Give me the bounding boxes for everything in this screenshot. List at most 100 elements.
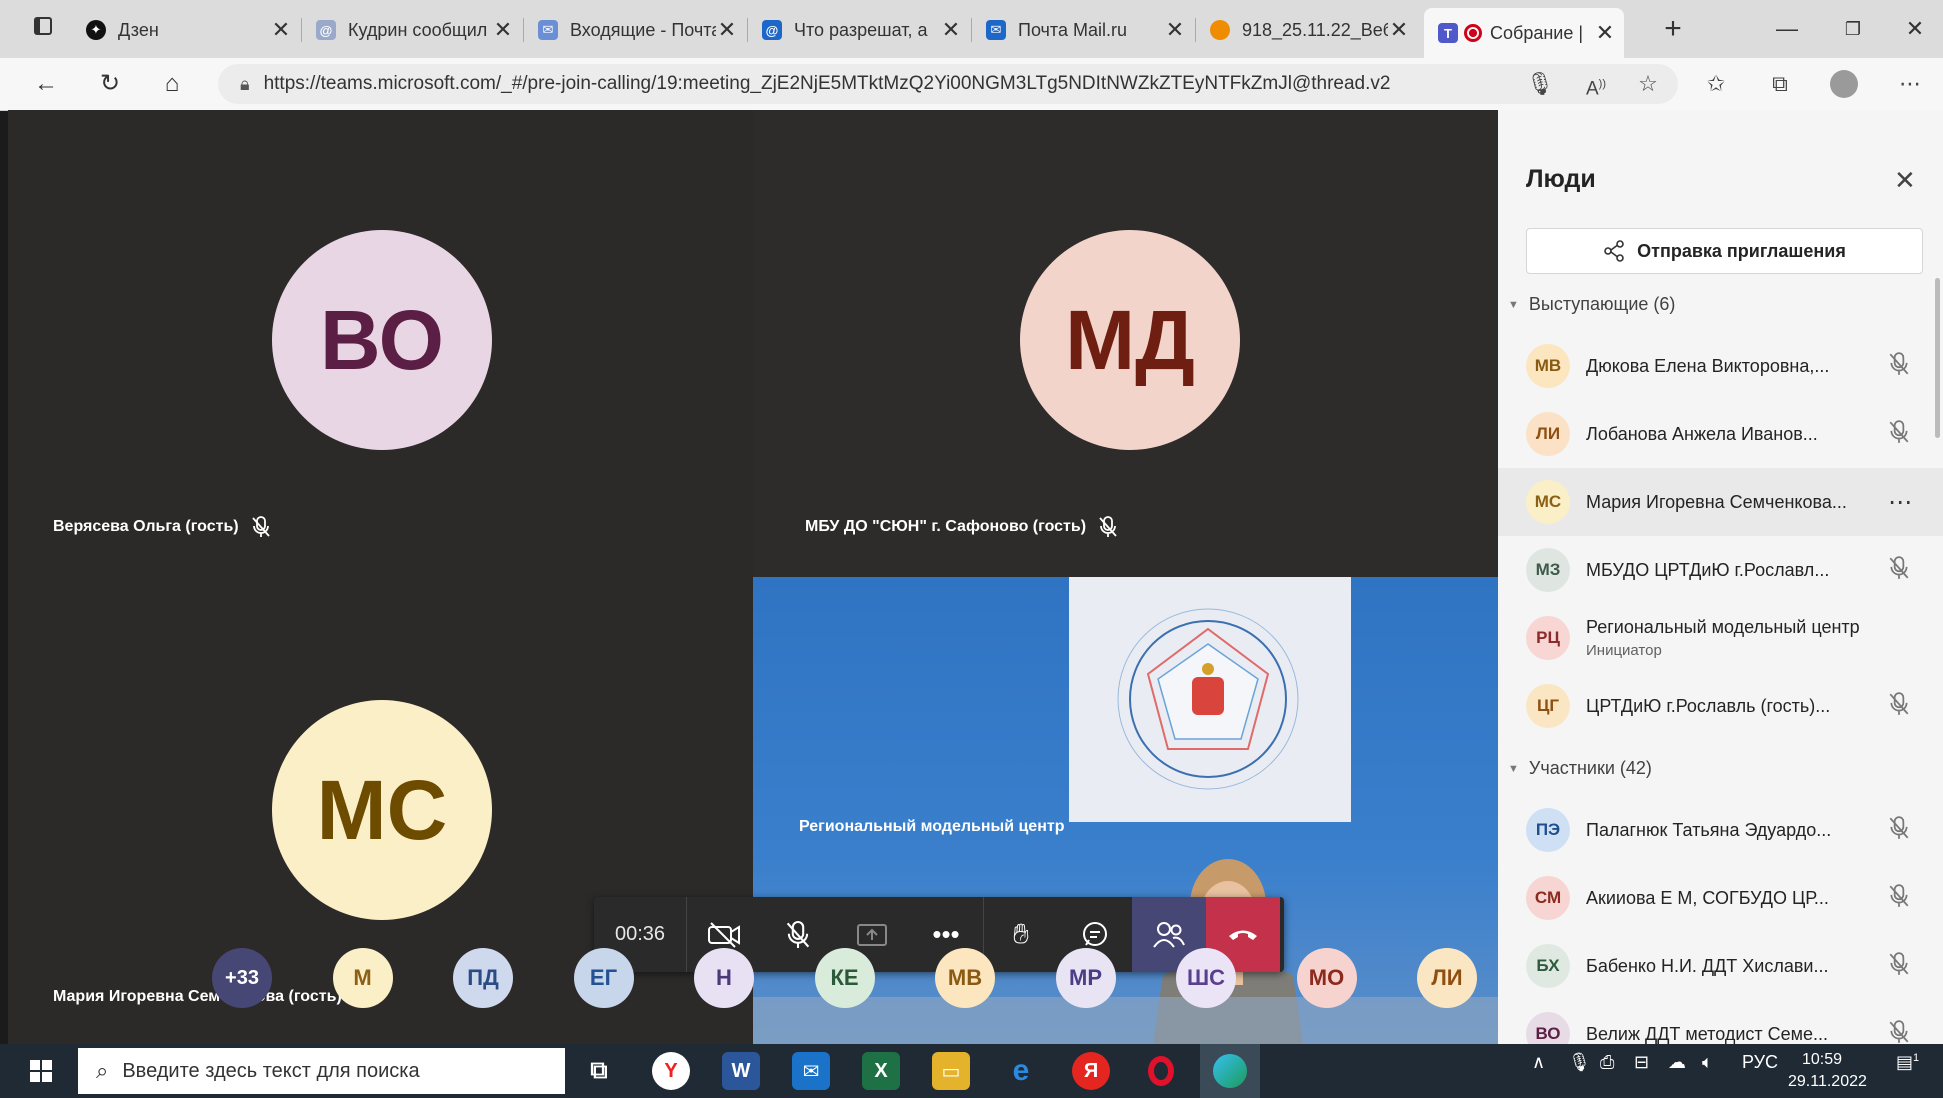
close-tab-icon[interactable]: ✕ (716, 17, 738, 43)
tab-inbox[interactable]: ✉ Входящие - Почта ✕ (524, 10, 748, 50)
tab-chto-razreshat[interactable]: @ Что разрешат, а ✕ (748, 10, 972, 50)
mic-off-icon (1888, 692, 1912, 718)
tab-mailru[interactable]: ✉ Почта Mail.ru ✕ (972, 10, 1196, 50)
yandex-browser-icon[interactable]: Y (652, 1052, 690, 1090)
device-icon: ⎙ (1600, 1052, 1615, 1072)
strip-avatar[interactable]: МО (1296, 948, 1357, 1008)
person-row[interactable]: РЦ Региональный модельный центр Инициатор (1498, 604, 1943, 672)
favorites-icon[interactable]: ✩ (1696, 66, 1736, 102)
mail-app-icon[interactable]: ✉ (792, 1052, 830, 1090)
cloud-icon: ☁︎ (1668, 1052, 1686, 1072)
network-icon[interactable]: ⊟ (1634, 1052, 1649, 1073)
person-row[interactable]: ПЭ Палагнюк Татьяна Эдуардо... (1498, 796, 1943, 864)
mailru-icon: @ (762, 20, 782, 40)
strip-avatar[interactable]: МВ (935, 948, 995, 1008)
close-tab-icon[interactable]: ✕ (940, 17, 962, 43)
tab-dzen[interactable]: ✦ Дзен ✕ (72, 10, 302, 50)
back-icon[interactable]: ← (26, 66, 66, 102)
close-icon[interactable]: ✕ (1894, 165, 1916, 196)
strip-avatar[interactable]: Н (694, 948, 754, 1008)
person-name: ЦРТДиЮ г.Рославль (гость)... (1586, 695, 1831, 716)
profile-avatar[interactable] (1824, 66, 1864, 102)
strip-avatar[interactable]: МР (1055, 948, 1116, 1008)
call-timer: 00:36 (614, 923, 666, 945)
close-window-icon[interactable]: ✕ (1890, 12, 1940, 46)
collections-icon[interactable]: ⧉ (1760, 66, 1800, 102)
home-icon[interactable]: ⌂ (152, 66, 192, 102)
clock[interactable]: 10:59 29.11.2022 (1788, 1049, 1867, 1093)
raise-hand-button[interactable]: ✋︎ (984, 897, 1058, 972)
microphone-icon[interactable]: 🎙︎ (1520, 66, 1560, 102)
task-view-icon[interactable]: ⧉ (580, 1052, 618, 1090)
dzen-icon: ✦ (86, 20, 106, 40)
close-tab-icon[interactable]: ✕ (492, 17, 514, 43)
participants-section[interactable]: ▼ Участники (42) (1508, 758, 1652, 779)
person-row[interactable]: МЗ МБУДО ЦРТДиЮ г.Рославл... (1498, 536, 1943, 604)
share-invite-button[interactable]: Отправка приглашения (1526, 228, 1923, 274)
windows-start-icon[interactable] (14, 1054, 70, 1088)
strip-avatar[interactable]: ЛИ (1417, 948, 1477, 1008)
person-row[interactable]: ЦГ ЦРТДиЮ г.Рославль (гость)... (1498, 672, 1943, 740)
person-row[interactable]: ЛИ Лобанова Анжела Иванов... (1498, 400, 1943, 468)
more-icon[interactable]: ⋯ (1890, 66, 1930, 102)
close-tab-icon[interactable]: ✕ (270, 17, 292, 43)
excel-icon[interactable]: X (862, 1052, 900, 1090)
tab-title: Что разрешат, а (794, 19, 928, 40)
section-label: Участники (42) (1528, 758, 1652, 778)
strip-avatar[interactable]: +33 (212, 948, 272, 1008)
refresh-icon[interactable]: ↻ (90, 66, 130, 102)
strip-avatar[interactable]: КЕ (814, 948, 875, 1008)
url-text[interactable]: https://teams.microsoft.com/_#/pre-join-… (264, 73, 1391, 95)
close-tab-icon[interactable]: ✕ (1164, 17, 1186, 43)
person-row[interactable]: МВ Дюкова Елена Викторовна,... (1498, 332, 1943, 400)
notifications-icon[interactable]: ▤1 (1896, 1052, 1919, 1073)
restore-icon[interactable]: ❐ (1828, 12, 1878, 46)
person-row[interactable]: БХ Бабенко Н.И. ДДТ Хислави... (1498, 932, 1943, 1000)
strip-avatar[interactable]: ПД (453, 948, 513, 1008)
mic-off-icon (1888, 352, 1912, 378)
volume-icon[interactable]: 🔈︎ (1702, 1052, 1713, 1073)
mic-off-icon (1888, 952, 1912, 978)
people-panel: Люди ✕ Отправка приглашения ▼ Выступающи… (1498, 110, 1943, 1056)
word-icon[interactable]: W (722, 1052, 760, 1090)
strip-avatar[interactable]: ШС (1176, 948, 1236, 1008)
video-tile[interactable]: ВО Верясева Ольга (гость) (8, 110, 753, 577)
language-indicator[interactable]: РУС (1742, 1052, 1778, 1073)
close-tab-icon[interactable]: ✕ (1388, 17, 1410, 43)
yandex-icon[interactable]: Я (1072, 1052, 1110, 1090)
close-tab-icon[interactable]: ✕ (1594, 20, 1616, 46)
read-aloud-icon[interactable]: A)) (1576, 66, 1616, 102)
person-row[interactable]: МС Мария Игоревна Семченкова... ⋯ (1498, 468, 1943, 536)
collapse-icon: ▼ (1508, 762, 1519, 775)
presenters-section[interactable]: ▼ Выступающие (6) (1508, 294, 1675, 315)
mic-off-icon (251, 516, 270, 537)
opera-icon[interactable] (1142, 1052, 1180, 1090)
video-tile[interactable]: МД МБУ ДО "СЮН" г. Сафоново (гость) (753, 110, 1498, 577)
strip-avatar[interactable]: М (332, 948, 393, 1008)
tab-webinar[interactable]: 918_25.11.22_Веб ✕ (1196, 10, 1418, 50)
file-explorer-icon[interactable]: ▭ (932, 1052, 970, 1090)
mic-off-icon (1888, 816, 1912, 842)
tab-kudrin[interactable]: @ Кудрин сообщил ✕ (302, 10, 524, 50)
person-name: Бабенко Н.И. ДДТ Хислави... (1586, 955, 1829, 976)
minimize-icon[interactable]: — (1762, 12, 1812, 46)
person-row[interactable]: СМ Акииова Е М, СОГБУДО ЦР... (1498, 864, 1943, 932)
add-favorite-icon[interactable]: ☆ (1628, 66, 1668, 102)
tab-actions-icon[interactable] (18, 12, 68, 46)
internet-explorer-icon[interactable]: e (1002, 1052, 1040, 1090)
avatar: МС (272, 700, 492, 920)
show-hidden-icons[interactable]: ∧ (1532, 1052, 1545, 1073)
strip-avatar[interactable]: ЕГ (573, 948, 634, 1008)
scrollbar[interactable] (1935, 278, 1940, 438)
new-tab-button[interactable]: + (1648, 12, 1698, 46)
person-role: Инициатор (1586, 642, 1662, 659)
section-label: Выступающие (6) (1528, 294, 1676, 314)
taskbar-search[interactable]: ⌕ Введите здесь текст для поиска (78, 1048, 565, 1094)
more-icon[interactable]: ⋯ (1888, 488, 1912, 516)
tab-teams-meeting[interactable]: T Собрание | ✕ (1424, 8, 1624, 58)
hand-icon: ✋︎ (1013, 918, 1029, 949)
hang-up-icon (1229, 930, 1257, 940)
edge-icon[interactable] (1200, 1044, 1260, 1098)
url-field[interactable]: 🔒︎ https://teams.microsoft.com/_#/pre-jo… (218, 64, 1678, 104)
invite-label: Отправка приглашения (1637, 240, 1846, 261)
